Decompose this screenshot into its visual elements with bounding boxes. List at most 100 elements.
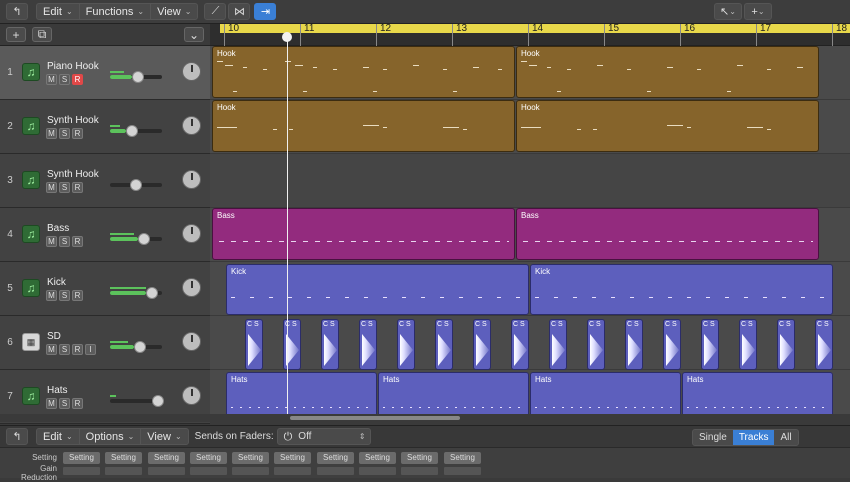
volume-fader[interactable] (110, 341, 162, 353)
automation-icon[interactable]: ⟋ (204, 3, 227, 20)
arrange-area[interactable]: Hook Hook Hook Hook Bass Bass Kick Kick … (210, 46, 850, 414)
solo-button[interactable]: S (59, 398, 70, 409)
record-enable-button[interactable]: R (72, 182, 83, 193)
audio-region[interactable]: C S (283, 319, 301, 370)
track-header-5[interactable]: 5 ♫ Kick M S R (0, 262, 210, 316)
audio-region[interactable]: C S (321, 319, 339, 370)
audio-region[interactable]: C S (511, 319, 529, 370)
track-name[interactable]: Hats (47, 385, 68, 396)
scrollbar-thumb[interactable] (290, 416, 460, 420)
record-enable-button[interactable]: R (72, 344, 83, 355)
single-view-button[interactable]: Single (693, 430, 733, 445)
midi-region[interactable]: Hats (378, 372, 529, 414)
midi-region[interactable]: Hats (226, 372, 377, 414)
setting-button[interactable]: Setting (317, 452, 354, 464)
audio-region[interactable]: C S (473, 319, 491, 370)
pointer-tool-icon[interactable]: ↖ ⌄ (714, 3, 742, 20)
audio-region[interactable]: C S (435, 319, 453, 370)
pan-knob[interactable] (182, 116, 201, 135)
mute-button[interactable]: M (46, 74, 57, 85)
midi-region[interactable]: Hook (212, 46, 515, 98)
flex-icon[interactable]: ⋈ (228, 3, 251, 20)
audio-region[interactable]: C S (245, 319, 263, 370)
mute-button[interactable]: M (46, 344, 57, 355)
solo-button[interactable]: S (59, 182, 70, 193)
tracks-view-button[interactable]: Tracks (732, 430, 775, 445)
mute-button[interactable]: M (46, 236, 57, 247)
record-enable-button[interactable]: R (72, 128, 83, 139)
setting-button[interactable]: Setting (148, 452, 185, 464)
midi-region[interactable]: Hats (682, 372, 833, 414)
track-header-3[interactable]: 3 ♫ Synth Hook M S R (0, 154, 210, 208)
audio-region[interactable]: C S (777, 319, 795, 370)
mute-button[interactable]: M (46, 290, 57, 301)
solo-button[interactable]: S (59, 290, 70, 301)
setting-button[interactable]: Setting (232, 452, 269, 464)
track-name[interactable]: SD (47, 331, 61, 342)
view-menu[interactable]: View ⌄ (150, 3, 197, 20)
track-header-1[interactable]: 1 ♫ Piano Hook M S R (0, 46, 210, 100)
pan-knob[interactable] (182, 278, 201, 297)
fader-knob[interactable] (132, 71, 144, 83)
track-name[interactable]: Synth Hook (47, 115, 99, 126)
setting-button[interactable]: Setting (63, 452, 100, 464)
setting-button[interactable]: Setting (444, 452, 481, 464)
bar-ruler[interactable]: 10 11 12 13 14 15 16 17 18 (210, 23, 850, 46)
fader-knob[interactable] (126, 125, 138, 137)
volume-fader[interactable] (110, 71, 162, 83)
fader-knob[interactable] (130, 179, 142, 191)
mute-button[interactable]: M (46, 182, 57, 193)
midi-region[interactable]: Hats (530, 372, 681, 414)
volume-fader[interactable] (110, 179, 162, 191)
setting-button[interactable]: Setting (401, 452, 438, 464)
track-header-2[interactable]: 2 ♫ Synth Hook M S R (0, 100, 210, 154)
record-enable-button[interactable]: R (72, 74, 83, 85)
audio-region[interactable]: C S (397, 319, 415, 370)
record-enable-button[interactable]: R (72, 236, 83, 247)
audio-region[interactable]: C S (739, 319, 757, 370)
midi-region[interactable]: Bass (212, 208, 515, 260)
sends-on-faders-select[interactable]: ⏻ Off ⇕ (276, 428, 371, 445)
mixer-edit-menu[interactable]: Edit ⌄ (37, 429, 79, 445)
setting-button[interactable]: Setting (105, 452, 142, 464)
edit-menu[interactable]: Edit ⌄ (37, 4, 79, 20)
track-header-4[interactable]: 4 ♫ Bass M S R (0, 208, 210, 262)
pan-knob[interactable] (182, 170, 201, 189)
fader-knob[interactable] (152, 395, 164, 407)
midi-region[interactable]: Bass (516, 208, 819, 260)
solo-button[interactable]: S (59, 74, 70, 85)
pan-knob[interactable] (182, 62, 201, 81)
solo-button[interactable]: S (59, 128, 70, 139)
crosshair-tool-icon[interactable]: + ⌄ (744, 3, 772, 20)
catch-icon[interactable]: ⇥ (254, 3, 277, 20)
pan-knob[interactable] (182, 224, 201, 243)
record-enable-button[interactable]: R (72, 398, 83, 409)
horizontal-scrollbar[interactable] (210, 414, 850, 422)
track-name[interactable]: Piano Hook (47, 61, 99, 72)
add-track-icon[interactable]: + (6, 27, 26, 42)
input-monitor-button[interactable]: I (85, 344, 96, 355)
volume-fader[interactable] (110, 125, 162, 137)
mixer-view-menu[interactable]: View ⌄ (140, 428, 187, 445)
volume-fader[interactable] (110, 233, 162, 245)
track-name[interactable]: Synth Hook (47, 169, 99, 180)
solo-button[interactable]: S (59, 236, 70, 247)
setting-button[interactable]: Setting (359, 452, 396, 464)
midi-region[interactable]: Kick (226, 264, 529, 315)
solo-button[interactable]: S (59, 344, 70, 355)
pan-knob[interactable] (182, 386, 201, 405)
mixer-options-menu[interactable]: Options ⌄ (78, 428, 141, 445)
setting-button[interactable]: Setting (274, 452, 311, 464)
audio-region[interactable]: C S (701, 319, 719, 370)
midi-region[interactable]: Hook (516, 100, 819, 152)
mute-button[interactable]: M (46, 128, 57, 139)
back-arrow-icon[interactable]: ↰ (6, 428, 28, 445)
back-arrow-icon[interactable]: ↰ (6, 3, 28, 20)
audio-region[interactable]: C S (663, 319, 681, 370)
audio-region[interactable]: C S (549, 319, 567, 370)
midi-region[interactable]: Hook (516, 46, 819, 98)
track-name[interactable]: Kick (47, 277, 66, 288)
track-name[interactable]: Bass (47, 223, 69, 234)
midi-region[interactable]: Kick (530, 264, 833, 315)
volume-fader[interactable] (110, 395, 164, 407)
